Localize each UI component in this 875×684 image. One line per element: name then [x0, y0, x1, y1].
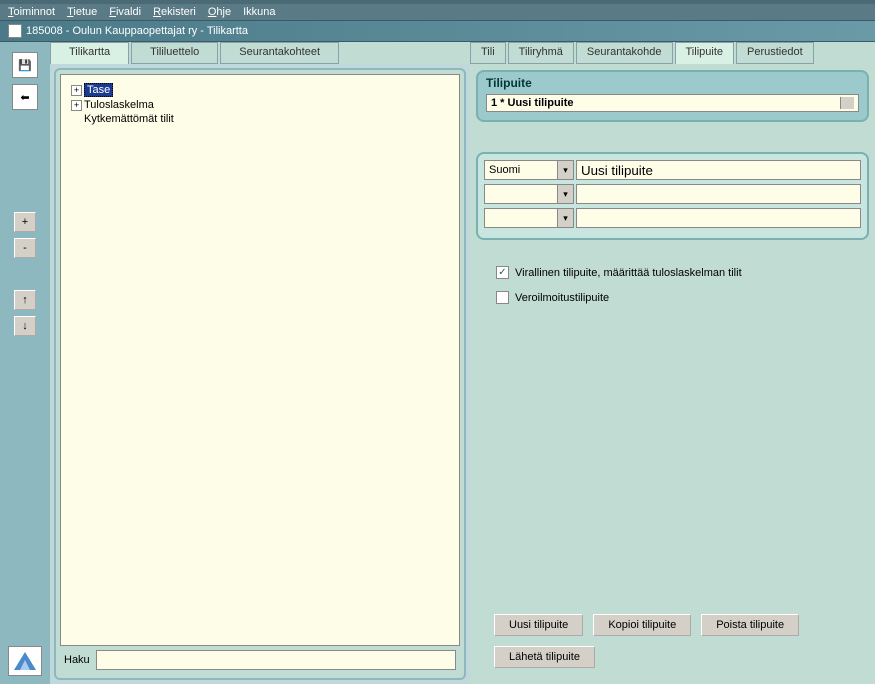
menu-ikkuna[interactable]: Ikkuna [243, 6, 275, 18]
tab-perustiedot[interactable]: Perustiedot [736, 42, 814, 64]
tree-label: Kytkemättömät tilit [84, 113, 174, 125]
tree-label: Tuloslaskelma [84, 99, 154, 111]
move-down-button[interactable]: ↓ [14, 316, 36, 336]
chevron-down-icon[interactable]: ▾ [557, 209, 573, 227]
checkbox-vero[interactable] [496, 291, 509, 304]
kopioi-tilipuite-button[interactable]: Kopioi tilipuite [593, 614, 691, 636]
desc-input-3[interactable] [576, 208, 861, 228]
menu-rekisteri[interactable]: Rekisteri [153, 6, 196, 18]
language-combo[interactable]: Suomi ▾ [484, 160, 574, 180]
tab-tilikartta[interactable]: Tilikartta [50, 42, 129, 64]
window-icon [8, 24, 22, 38]
logo-button[interactable] [8, 646, 42, 676]
tree-label: Tase [84, 83, 113, 97]
chevron-down-icon[interactable]: ▾ [557, 185, 573, 203]
checkbox-vero-label: Veroilmoitustilipuite [515, 292, 609, 304]
chevron-down-icon[interactable]: ▾ [557, 161, 573, 179]
tab-seurantakohteet[interactable]: Seurantakohteet [220, 42, 339, 64]
collapse-button[interactable]: - [14, 238, 36, 258]
language-combo-2[interactable]: ▾ [484, 184, 574, 204]
menu-tietue[interactable]: Tietue [67, 6, 97, 18]
language-combo-3[interactable]: ▾ [484, 208, 574, 228]
account-tree[interactable]: + Tase + Tuloslaskelma Kytkemättömät til… [60, 74, 460, 646]
tree-node-tuloslaskelma[interactable]: + Tuloslaskelma [71, 99, 455, 111]
menu-ohje[interactable]: Ohje [208, 6, 231, 18]
back-button[interactable]: ⬅ [12, 84, 38, 110]
expander-icon[interactable]: + [71, 100, 82, 111]
search-input[interactable] [96, 650, 456, 670]
save-button[interactable]: 💾 [12, 52, 38, 78]
checkbox-virallinen-label: Virallinen tilipuite, määrittää tuloslas… [515, 267, 742, 279]
right-tabs: Tili Tiliryhmä Seurantakohde Tilipuite P… [470, 42, 875, 64]
window-title-bar: 185008 - Oulun Kauppaopettajat ry - Tili… [0, 20, 875, 42]
name-field[interactable]: 1 * Uusi tilipuite [486, 94, 859, 112]
desc-input[interactable] [576, 160, 861, 180]
tree-node-kytkemattomat[interactable]: Kytkemättömät tilit [84, 113, 455, 125]
laheta-tilipuite-button[interactable]: Lähetä tilipuite [494, 646, 595, 668]
chevron-icon[interactable] [840, 97, 854, 109]
tree-node-tase[interactable]: + Tase [71, 83, 455, 97]
left-tabs: Tilikartta Tililuettelo Seurantakohteet [50, 42, 470, 64]
desc-input-2[interactable] [576, 184, 861, 204]
menu-bar: Toiminnot Tietue Fivaldi Rekisteri Ohje … [0, 4, 875, 20]
tab-seurantakohde[interactable]: Seurantakohde [576, 42, 673, 64]
tab-tili[interactable]: Tili [470, 42, 506, 64]
title-group: Tilipuite 1 * Uusi tilipuite [476, 70, 869, 122]
tab-tilipuite[interactable]: Tilipuite [675, 42, 735, 64]
move-up-button[interactable]: ↑ [14, 290, 36, 310]
checkbox-virallinen[interactable]: ✓ [496, 266, 509, 279]
expand-button[interactable]: + [14, 212, 36, 232]
search-label: Haku [64, 654, 90, 666]
expander-icon[interactable]: + [71, 85, 82, 96]
poista-tilipuite-button[interactable]: Poista tilipuite [701, 614, 799, 636]
toolbar-sidebar: 💾 ⬅ + - ↑ ↓ [0, 42, 50, 684]
language-group: Suomi ▾ ▾ [476, 152, 869, 240]
menu-toiminnot[interactable]: Toiminnot [8, 6, 55, 18]
tab-tiliryhma[interactable]: Tiliryhmä [508, 42, 574, 64]
tab-tililuettelo[interactable]: Tililuettelo [131, 42, 218, 64]
panel-title: Tilipuite [486, 76, 859, 90]
menu-fivaldi[interactable]: Fivaldi [109, 6, 141, 18]
uusi-tilipuite-button[interactable]: Uusi tilipuite [494, 614, 583, 636]
window-title: 185008 - Oulun Kauppaopettajat ry - Tili… [26, 25, 248, 37]
